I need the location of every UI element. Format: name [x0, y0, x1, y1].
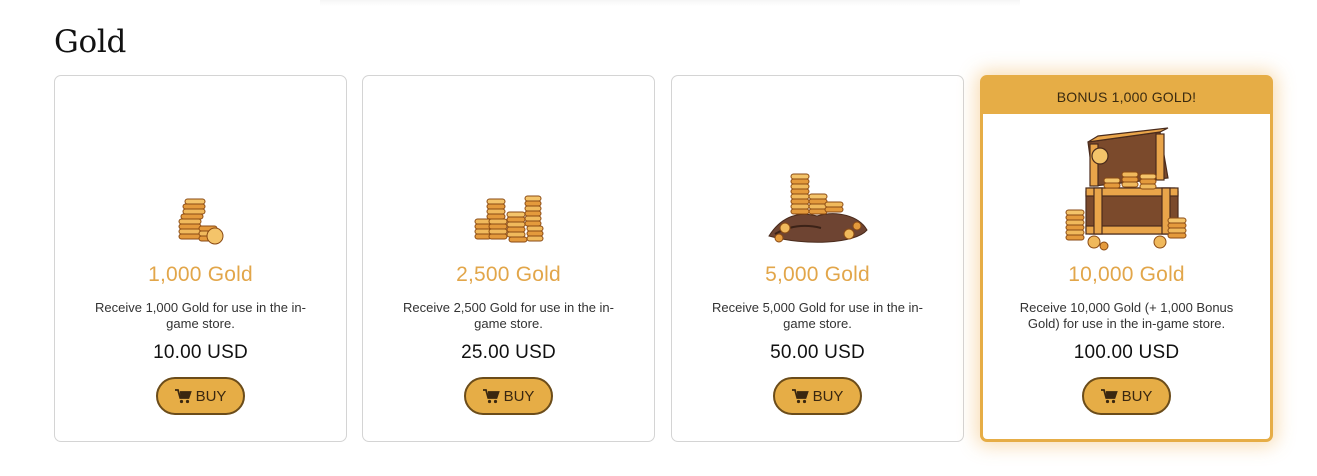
cart-icon [1100, 388, 1118, 403]
small-coin-stack-icon [55, 194, 346, 254]
package-amount: 2,500 Gold [456, 263, 561, 286]
package-description: Receive 1,000 Gold for use in the in-gam… [94, 300, 306, 331]
top-shadow [320, 0, 1020, 6]
buy-button[interactable]: BUY [464, 377, 553, 415]
package-description: Receive 2,500 Gold for use in the in-gam… [402, 300, 614, 331]
package-amount: 10,000 Gold [1068, 263, 1185, 286]
gold-package-card-5000: 5,000 Gold Receive 5,000 Gold for use in… [671, 75, 964, 442]
package-price: 50.00 USD [770, 342, 865, 363]
gold-package-card-10000: BONUS 1,000 GOLD! 10,000 Gold Receive 10… [980, 75, 1273, 442]
buy-button-label: BUY [195, 387, 227, 405]
buy-button[interactable]: BUY [156, 377, 245, 415]
buy-button-label: BUY [503, 387, 535, 405]
package-amount: 5,000 Gold [765, 263, 870, 286]
coin-piles-icon [363, 184, 654, 256]
package-amount: 1,000 Gold [148, 263, 253, 286]
cart-icon [482, 388, 500, 403]
package-price: 25.00 USD [461, 342, 556, 363]
buy-button[interactable]: BUY [773, 377, 862, 415]
page-title: Gold [54, 24, 126, 60]
bonus-ribbon: BONUS 1,000 GOLD! [983, 78, 1270, 114]
gold-package-card-2500: 2,500 Gold Receive 2,500 Gold for use in… [362, 75, 655, 442]
gold-package-card-1000: 1,000 Gold Receive 1,000 Gold for use in… [54, 75, 347, 442]
buy-button-label: BUY [1121, 387, 1153, 405]
cart-icon [791, 388, 809, 403]
gold-sack-icon [672, 164, 963, 248]
package-description: Receive 5,000 Gold for use in the in-gam… [711, 300, 923, 331]
treasure-chest-icon [983, 122, 1270, 252]
package-description: Receive 10,000 Gold (+ 1,000 Bonus Gold)… [1019, 300, 1234, 331]
package-price: 10.00 USD [153, 342, 248, 363]
package-price: 100.00 USD [1073, 342, 1180, 363]
cart-icon [174, 388, 192, 403]
buy-button[interactable]: BUY [1082, 377, 1171, 415]
buy-button-label: BUY [812, 387, 844, 405]
